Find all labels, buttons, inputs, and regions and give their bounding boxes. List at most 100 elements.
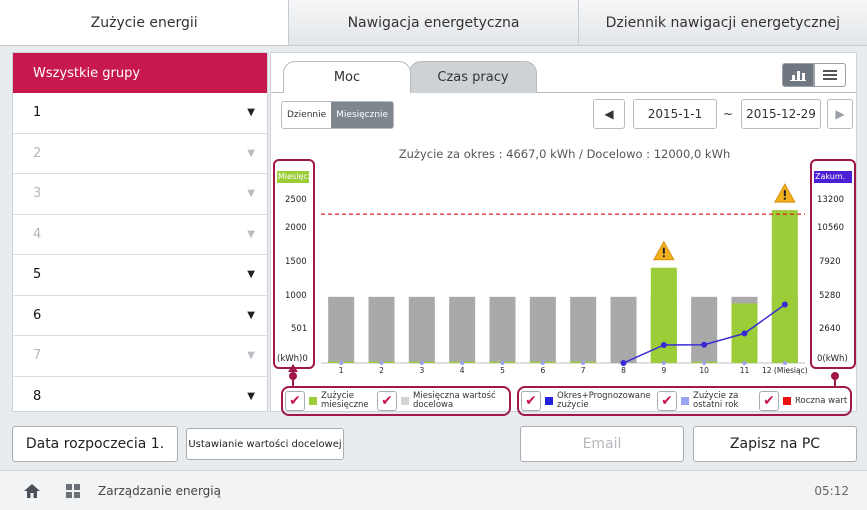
- last-year-point: [540, 361, 545, 365]
- home-icon[interactable]: [24, 483, 40, 498]
- sidebar-item-8[interactable]: 8 ▼: [13, 377, 267, 418]
- x-tick-label: 5: [500, 366, 505, 375]
- start-date-button[interactable]: Data rozpoczecia 1.: [12, 426, 178, 462]
- bottom-toolbar: Data rozpoczecia 1. Ustawianie wartości …: [0, 420, 867, 468]
- last-year-point: [500, 361, 505, 365]
- x-tick-label: 1: [339, 366, 344, 375]
- sidebar-item-label: 6: [33, 307, 42, 323]
- apps-grid-icon[interactable]: [66, 483, 80, 498]
- legend-annual-target[interactable]: ✔ Roczna wartość docelowa: [759, 391, 847, 411]
- x-tick-label: 12 (Miesiąc): [762, 366, 808, 375]
- email-button: Email: [520, 426, 684, 462]
- usage-bar: [771, 210, 798, 363]
- target-bar: [368, 296, 395, 363]
- legend-label: Zużycie miesięczne: [321, 391, 369, 410]
- sidebar-item-label: 1: [33, 105, 42, 121]
- x-tick-label: 10: [699, 366, 709, 375]
- left-tick: 1500: [285, 257, 307, 267]
- target-setting-button[interactable]: Ustawianie wartości docelowej: [186, 428, 344, 460]
- cumulative-point: [741, 330, 748, 337]
- right-tick: 13200: [817, 195, 845, 205]
- left-tick: 2000: [285, 223, 307, 233]
- checkbox-check-icon[interactable]: ✔: [377, 391, 397, 411]
- x-tick-label: 7: [581, 366, 586, 375]
- left-tick: 501: [291, 324, 308, 334]
- x-tick-label: 4: [460, 366, 465, 375]
- left-tick: 2500: [285, 195, 307, 205]
- legend-cumulative-forecast[interactable]: ✔ Okres+Prognozowane zużycie: [521, 391, 653, 411]
- right-tick: 0(kWh): [817, 354, 848, 364]
- sidebar-item-label: 4: [33, 226, 42, 242]
- status-bar: Zarządzanie energią 05:12: [0, 470, 867, 510]
- sidebar-item-7: 7 ▼: [13, 336, 267, 377]
- sidebar-item-label: 2: [33, 145, 42, 161]
- last-year-point: [581, 361, 586, 365]
- tab-energy-navigation[interactable]: Nawigacja energetyczna: [289, 0, 579, 45]
- cumulative-point: [781, 301, 788, 308]
- x-tick-label: 8: [621, 366, 626, 375]
- tab-energy-usage[interactable]: Zużycie energii: [0, 0, 290, 45]
- checkbox-check-icon[interactable]: ✔: [285, 391, 305, 411]
- warning-icon-dot: [662, 255, 665, 258]
- checkbox-check-icon[interactable]: ✔: [759, 391, 779, 411]
- target-bar: [610, 296, 637, 363]
- target-bar: [691, 296, 718, 363]
- legend-swatch: [309, 397, 317, 405]
- target-bar: [529, 296, 556, 363]
- warning-icon-mark: [662, 247, 665, 254]
- warning-icon-mark: [783, 190, 786, 197]
- sidebar-item-1[interactable]: 1 ▼: [13, 93, 267, 134]
- sidebar-item-2: 2 ▼: [13, 134, 267, 174]
- target-bar: [449, 296, 476, 363]
- sidebar-header-all-groups[interactable]: Wszystkie grupy: [13, 53, 267, 93]
- checkbox-check-icon[interactable]: ✔: [521, 391, 541, 411]
- legend-monthly-usage[interactable]: ✔ Zużycie miesięczne: [285, 391, 373, 411]
- status-title: Zarządzanie energią: [98, 483, 221, 498]
- legend-swatch: [681, 397, 689, 405]
- checkbox-check-icon[interactable]: ✔: [657, 391, 677, 411]
- last-year-point: [379, 361, 384, 365]
- dropdown-arrow-icon: ▼: [247, 269, 255, 281]
- monthly-usage-chart: 1 2 3 4 5 6 7 8 9 10 11 12 (Miesiąc): [321, 183, 808, 375]
- subtab-power[interactable]: Moc: [283, 61, 411, 93]
- chart-panel: Moc Czas pracy Dziennie Miesięcznie ◀ 20…: [270, 52, 857, 416]
- target-bar: [489, 296, 516, 363]
- left-tick: (kWh)0: [277, 354, 308, 364]
- last-year-point: [661, 361, 666, 365]
- sidebar-item-4: 4 ▼: [13, 215, 267, 255]
- left-axis-tag: Miesięczne: [277, 171, 309, 183]
- main-tabs: Zużycie energii Nawigacja energetyczna D…: [0, 0, 867, 46]
- sidebar-item-label: 5: [33, 267, 42, 283]
- group-sidebar: Wszystkie grupy 1 ▼ 2 ▼ 3 ▼ 4 ▼ 5 ▼ 6 ▼ 7 ▼ 8 ▼: [12, 52, 268, 412]
- target-bar: [570, 296, 597, 363]
- dropdown-arrow-icon: ▼: [247, 391, 255, 403]
- sidebar-item-5[interactable]: 5 ▼: [13, 255, 267, 296]
- status-clock: 05:12: [814, 483, 849, 498]
- last-year-point: [419, 361, 424, 365]
- legend-monthly-target[interactable]: ✔ Miesięczna wartość docelowa: [377, 391, 505, 411]
- warning-icon-dot: [783, 197, 786, 200]
- legend-swatch: [401, 397, 409, 405]
- x-tick-label: 6: [540, 366, 545, 375]
- dropdown-arrow-icon: ▼: [247, 188, 255, 200]
- legend-label: Roczna wartość docelowa: [795, 396, 847, 406]
- right-tick: 7920: [819, 257, 841, 267]
- last-year-point: [339, 361, 344, 365]
- tab-energy-navigation-log[interactable]: Dziennik nawigacji energetycznej: [578, 0, 867, 45]
- cumulative-point: [701, 341, 708, 348]
- legend-last-year[interactable]: ✔ Zużycie za ostatni rok: [657, 391, 749, 411]
- last-year-point: [460, 361, 465, 365]
- dropdown-arrow-icon: ▼: [247, 147, 255, 159]
- dropdown-arrow-icon: ▼: [247, 309, 255, 321]
- save-to-pc-button[interactable]: Zapisz na PC: [693, 426, 857, 462]
- sidebar-item-3: 3 ▼: [13, 174, 267, 215]
- sidebar-item-label: 3: [33, 186, 42, 202]
- legend-label: Okres+Prognozowane zużycie: [557, 391, 651, 410]
- dropdown-arrow-icon: ▼: [247, 350, 255, 362]
- sidebar-item-label: 8: [33, 389, 42, 405]
- right-axis-tag: Zakum.: [814, 171, 852, 183]
- sidebar-item-6[interactable]: 6 ▼: [13, 296, 267, 336]
- dropdown-arrow-icon: ▼: [247, 107, 255, 119]
- right-tick: 2640: [819, 324, 841, 334]
- cumulative-point: [660, 341, 667, 348]
